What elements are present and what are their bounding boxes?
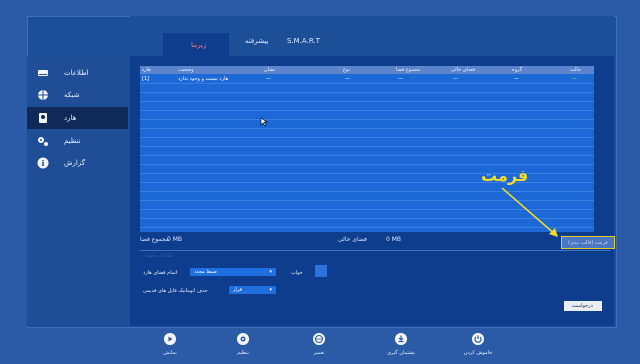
gear-icon [237, 333, 249, 345]
mouse-cursor-icon [260, 117, 268, 127]
table-row [140, 129, 594, 138]
table-row [140, 93, 594, 102]
row-state: هارد نیست و وجود ندارد [178, 76, 229, 82]
free-space-value: 0 MB [386, 236, 402, 243]
disk-full-label: اتمام فضای هارد [143, 270, 178, 276]
download-icon [395, 333, 407, 345]
table-row [140, 147, 594, 156]
table-header: حالت گروه فضای خالی مجموع فضا نوع نشان و… [140, 66, 594, 74]
tabs-bar: زیربنا پیشرفته S.M.A.R.T [130, 16, 614, 56]
hdd-icon [38, 70, 48, 76]
total-space-value: 0 MB [167, 236, 183, 243]
row-total: — [398, 76, 403, 82]
sidebar-item-label: گزارش [64, 159, 86, 167]
divider [140, 250, 610, 251]
bottom-item-play[interactable]: نمایش [150, 333, 190, 361]
tab-basic-label: زیربنا [191, 41, 207, 49]
tab-advanced-label: پیشرفته [245, 37, 269, 45]
row-group: — [514, 76, 519, 82]
table-row [140, 120, 594, 129]
auto-delete-value: قرار [233, 287, 242, 293]
info-icon [37, 157, 49, 169]
total-space-label: مجموع فضا [140, 236, 170, 243]
row-status: — [572, 76, 577, 82]
bottom-item-label: پشتیبان گیری [387, 350, 415, 356]
power-icon [472, 333, 484, 345]
disk-full-select[interactable]: ضبط مجدد ▾ [190, 268, 276, 276]
format-button[interactable]: فرمت (قالب بندی) [561, 236, 615, 249]
table-row[interactable]: — — — — — — هارد نیست و وجود ندارد [1] [140, 75, 594, 84]
sidebar-item-settings[interactable]: تنظیم [27, 130, 128, 152]
table-row [140, 102, 594, 111]
bottom-item-label: نمایش [163, 350, 177, 356]
chevron-down-icon: ▾ [269, 287, 272, 293]
bottom-item-repair[interactable]: تعمیر [299, 333, 339, 361]
chevron-down-icon: ▾ [269, 269, 272, 275]
sidebar-item-info[interactable]: اطلاعات [27, 62, 128, 84]
table-row [140, 111, 594, 120]
annotation-arrow-icon [501, 187, 558, 237]
format-button-label: فرمت (قالب بندی) [568, 240, 608, 246]
tab-advanced[interactable]: پیشرفته [245, 37, 268, 53]
row-type: — [345, 76, 350, 82]
play-icon [164, 333, 176, 345]
row-free: — [453, 76, 458, 82]
col-label: نشان [264, 67, 276, 73]
col-group: گروه [512, 67, 523, 73]
row-label: — [266, 76, 271, 82]
gears-icon [38, 137, 48, 146]
sidebar: اطلاعات شبکه هارد تنظیم گزارش [27, 56, 128, 326]
faded-hint: اطلاعات فضا [146, 253, 174, 259]
request-button-label: درخواست [572, 303, 593, 309]
bottom-item-label: خاموش کردن [463, 350, 493, 356]
sidebar-item-disk[interactable]: هارد [27, 107, 128, 129]
bottom-bar: نمایش تنظیم تعمیر پشتیبان گیری خاموش کرد… [0, 330, 640, 364]
tab-smart[interactable]: S.M.A.R.T [287, 37, 320, 53]
disk-icon [39, 113, 47, 123]
sidebar-item-label: اطلاعات [64, 69, 89, 77]
col-status: حالت [570, 67, 582, 73]
bottom-item-power[interactable]: خاموش کردن [458, 333, 498, 361]
bottom-item-settings[interactable]: تنظیم [223, 333, 263, 361]
sidebar-item-network[interactable]: شبکه [27, 84, 128, 106]
table-row [140, 138, 594, 147]
sidebar-item-report[interactable]: گزارش [27, 152, 128, 174]
col-total: مجموع فضا [396, 67, 421, 73]
globe-icon [38, 90, 48, 100]
bottom-item-backup[interactable]: پشتیبان گیری [381, 333, 421, 361]
table-row [140, 84, 594, 93]
col-type: نوع [343, 67, 350, 73]
bottom-item-label: تنظیم [237, 350, 249, 356]
col-disk: هارد [142, 67, 151, 73]
tab-basic[interactable]: زیربنا [163, 33, 229, 56]
sidebar-item-label: تنظیم [64, 137, 81, 145]
tab-smart-label: S.M.A.R.T [287, 37, 320, 45]
free-space-label: فضای خالی [338, 236, 367, 243]
bottom-item-label: تعمیر [313, 350, 325, 356]
col-state: وضعیت [178, 67, 194, 73]
row-disk: [1] [142, 76, 150, 82]
table-row [140, 156, 594, 165]
disk-full-value: ضبط مجدد [194, 269, 217, 275]
auto-delete-label: حذف اتوماتیک فایل های قدیمی [143, 288, 208, 294]
col-free: فضای خالی [451, 67, 476, 73]
auto-delete-select[interactable]: قرار ▾ [229, 286, 276, 294]
request-button[interactable]: درخواست [564, 301, 602, 311]
globe-icon [313, 333, 325, 345]
sidebar-item-label: هارد [64, 114, 77, 122]
sidebar-item-label: شبکه [64, 91, 80, 99]
sleep-label: خواب [291, 270, 303, 276]
sleep-toggle[interactable] [315, 265, 327, 277]
annotation-label: فرمت [481, 166, 529, 185]
